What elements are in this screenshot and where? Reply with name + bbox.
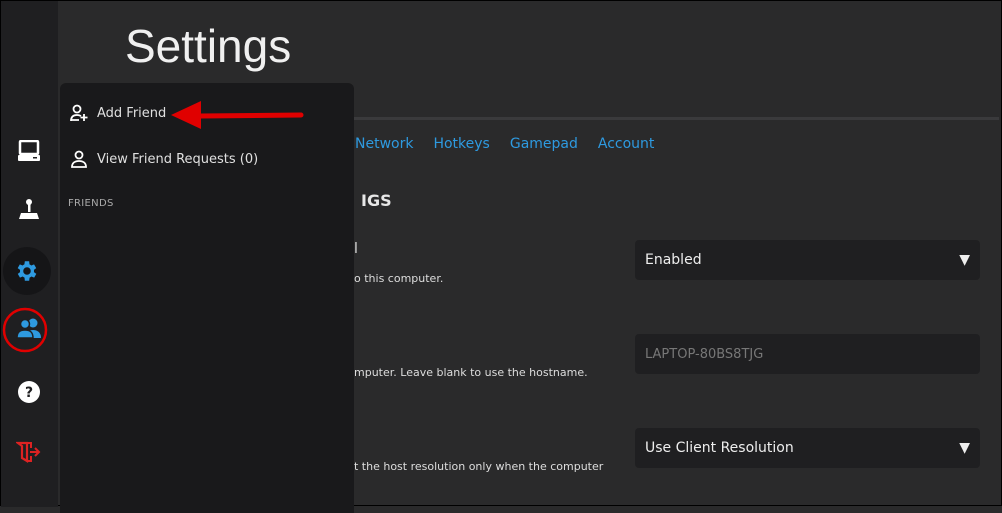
hostname-input[interactable]: LAPTOP-80BS8TJG — [635, 334, 980, 374]
view-friend-requests-button[interactable]: View Friend Requests (0) — [70, 150, 258, 168]
tab-account[interactable]: Account — [598, 136, 655, 152]
enabled-select[interactable]: Enabled ▼ — [635, 240, 980, 280]
select-value: Enabled — [645, 252, 702, 268]
logout-icon[interactable] — [9, 432, 49, 472]
setting-description: mputer. Leave blank to use the hostname. — [354, 366, 588, 379]
add-friend-button[interactable]: Add Friend — [70, 104, 166, 122]
friends-icon[interactable] — [9, 308, 49, 348]
friends-panel: Add Friend View Friend Requests (0) FRIE… — [60, 83, 354, 513]
chevron-down-icon: ▼ — [959, 440, 970, 456]
setting-description: t the host resolution only when the comp… — [354, 460, 604, 473]
tab-network[interactable]: Network — [355, 136, 413, 152]
sidebar: ? — [1, 1, 58, 507]
chevron-down-icon: ▼ — [959, 252, 970, 268]
help-icon[interactable]: ? — [9, 372, 49, 412]
setting-description: o this computer. — [354, 272, 444, 285]
user-icon — [71, 150, 87, 168]
section-title: IGS — [361, 191, 392, 210]
select-value: Use Client Resolution — [645, 440, 794, 456]
add-user-icon — [70, 104, 88, 122]
computer-icon[interactable] — [9, 131, 49, 171]
gear-icon[interactable] — [3, 247, 51, 295]
setting-label: l — [354, 241, 358, 257]
friends-heading: FRIENDS — [68, 198, 114, 209]
settings-tabs: Network Hotkeys Gamepad Account — [355, 136, 654, 152]
add-friend-label: Add Friend — [97, 105, 167, 121]
joystick-icon[interactable] — [9, 189, 49, 229]
tab-gamepad[interactable]: Gamepad — [510, 136, 578, 152]
tab-hotkeys[interactable]: Hotkeys — [433, 136, 489, 152]
svg-text:?: ? — [25, 385, 33, 401]
divider — [354, 117, 999, 120]
resolution-select[interactable]: Use Client Resolution ▼ — [635, 428, 980, 468]
view-requests-label: View Friend Requests (0) — [97, 151, 259, 167]
page-title: Settings — [125, 20, 292, 72]
